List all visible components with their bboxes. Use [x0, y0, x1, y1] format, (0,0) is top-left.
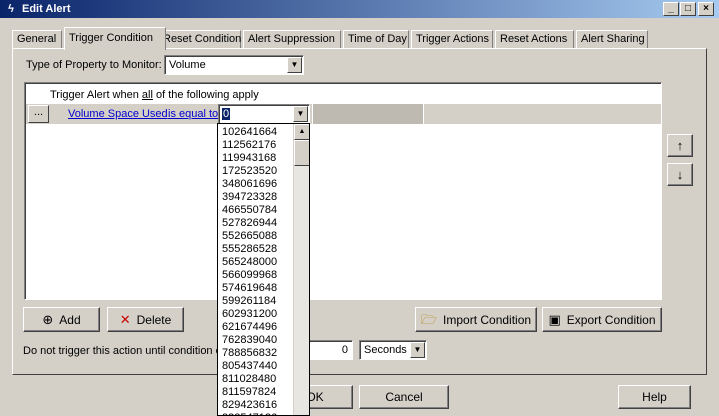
dropdown-item[interactable]: 466550784 [220, 204, 292, 217]
move-down-button[interactable]: ↓ [667, 163, 693, 186]
dropdown-item[interactable]: 552665088 [220, 230, 292, 243]
conditions-header: Trigger Alert when all of the following … [50, 89, 259, 101]
dropdown-item[interactable]: 565248000 [220, 256, 292, 269]
minimize-button[interactable]: _ [663, 2, 679, 16]
save-disk-icon: ▣ [548, 312, 561, 327]
all-any-link[interactable]: all [142, 89, 153, 101]
condition-options-button[interactable]: ... [28, 105, 49, 123]
dropdown-item[interactable]: 762839040 [220, 334, 292, 347]
delay-value-input[interactable]: 0 [305, 340, 353, 360]
dropdown-item[interactable]: 102641664 [220, 126, 292, 139]
title-bar: ϟ Edit Alert _ □ × [0, 0, 719, 18]
dropdown-item[interactable]: 348061696 [220, 178, 292, 191]
condition-row-cell [312, 104, 424, 124]
property-type-select[interactable]: Volume ▼ [164, 55, 304, 75]
tab-trigger-condition[interactable]: Trigger Condition [64, 27, 166, 50]
condition-value[interactable]: 0 [222, 108, 231, 120]
dropdown-item[interactable]: 621674496 [220, 321, 292, 334]
dropdown-item[interactable]: 112562176 [220, 139, 292, 152]
tab-trigger-actions[interactable]: Trigger Actions [411, 30, 493, 49]
export-condition-button[interactable]: ▣ Export Condition [542, 307, 662, 332]
tab-alert-sharing[interactable]: Alert Sharing [576, 30, 648, 49]
tab-reset-actions[interactable]: Reset Actions [495, 30, 574, 49]
cancel-button[interactable]: Cancel [359, 385, 449, 409]
maximize-button[interactable]: □ [680, 2, 696, 16]
delete-icon: ✕ [119, 312, 131, 327]
condition-field-link[interactable]: Volume Space Used [68, 108, 168, 120]
close-button[interactable]: × [698, 2, 714, 16]
add-button-label: Add [59, 312, 81, 327]
add-condition-icon: ⊕ [42, 312, 54, 327]
delay-unit-value: Seconds [364, 344, 407, 356]
lightning-icon: ϟ [8, 3, 14, 15]
property-type-value: Volume [169, 59, 206, 71]
header-suffix: of the following apply [152, 89, 259, 101]
dropdown-item[interactable]: 602931200 [220, 308, 292, 321]
chevron-down-icon[interactable]: ▼ [287, 57, 302, 73]
value-dropdown-list[interactable]: 102641664 112562176 119943168 172523520 3480… [217, 123, 310, 416]
header-prefix: Trigger Alert when [50, 89, 142, 101]
dropdown-item[interactable]: 805437440 [220, 360, 292, 373]
dropdown-scrollbar[interactable]: ▲ [293, 124, 309, 415]
help-button[interactable]: Help [618, 385, 691, 409]
dropdown-item[interactable]: 599261184 [220, 295, 292, 308]
dropdown-item[interactable]: 574619648 [220, 282, 292, 295]
dropdown-item[interactable]: 172523520 [220, 165, 292, 178]
scroll-up-icon[interactable]: ▲ [294, 124, 309, 140]
tab-time-of-day[interactable]: Time of Day [343, 30, 409, 49]
delete-button-label: Delete [136, 312, 172, 327]
dropdown-item[interactable]: 555286528 [220, 243, 292, 256]
dropdown-item[interactable]: 811597824 [220, 386, 292, 399]
import-condition-button[interactable]: 🗁 Import Condition [415, 307, 537, 332]
delay-unit-select[interactable]: Seconds ▼ [359, 340, 427, 360]
window-title: Edit Alert [22, 3, 71, 15]
tab-reset-condition[interactable]: Reset Condition [158, 30, 241, 49]
dropdown-item[interactable]: 394723328 [220, 191, 292, 204]
add-button[interactable]: ⊕ Add [23, 307, 100, 332]
dropdown-item[interactable]: 788856832 [220, 347, 292, 360]
export-button-label: Export Condition [566, 312, 656, 327]
tab-alert-suppression[interactable]: Alert Suppression [243, 30, 341, 49]
folder-open-icon: 🗁 [420, 312, 438, 327]
dropdown-item[interactable]: 566099968 [220, 269, 292, 282]
tab-general[interactable]: General [12, 30, 62, 49]
import-button-label: Import Condition [443, 312, 532, 327]
dropdown-item[interactable]: 829423616 [220, 399, 292, 412]
chevron-down-icon[interactable]: ▼ [293, 106, 308, 122]
dropdown-item[interactable]: 119943168 [220, 152, 292, 165]
dropdown-item[interactable]: 838547126 [220, 412, 292, 415]
conditions-list[interactable]: Trigger Alert when all of the following … [24, 82, 662, 300]
condition-operator-link[interactable]: is equal to [168, 108, 218, 120]
dropdown-items: 102641664 112562176 119943168 172523520 3480… [220, 126, 292, 415]
chevron-down-icon[interactable]: ▼ [410, 342, 425, 358]
property-type-label: Type of Property to Monitor: [26, 59, 162, 71]
scroll-thumb[interactable] [294, 140, 309, 166]
tab-strip: General Trigger Condition Reset Conditio… [12, 27, 712, 50]
dropdown-item[interactable]: 527826944 [220, 217, 292, 230]
delete-button[interactable]: ✕ Delete [107, 307, 184, 332]
dropdown-item[interactable]: 811028480 [220, 373, 292, 386]
condition-row[interactable]: ... Volume Space Used is equal to [26, 104, 661, 124]
condition-value-combo[interactable]: 0 ▼ [218, 104, 310, 124]
move-up-button[interactable]: ↑ [667, 134, 693, 157]
